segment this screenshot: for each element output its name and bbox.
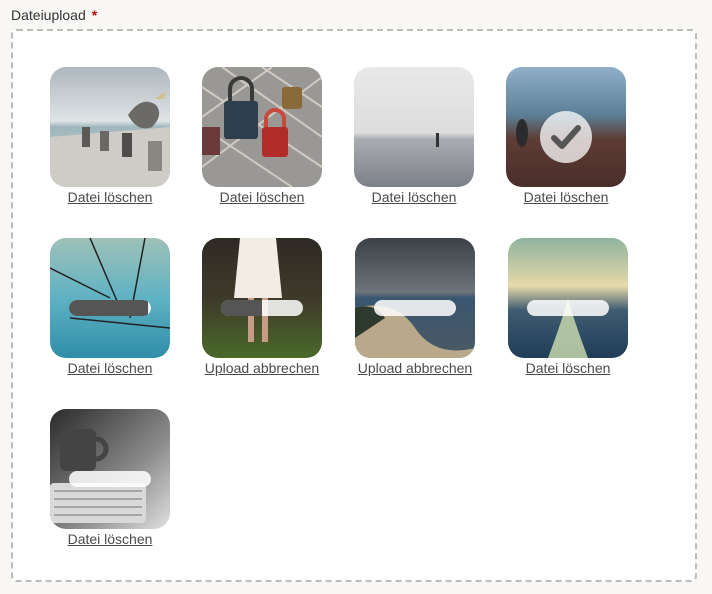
upload-progress-bar <box>374 300 456 316</box>
file-tile: Datei löschen <box>492 238 644 388</box>
file-thumbnail-sea-fog <box>354 67 474 187</box>
upload-progress-fill <box>69 300 148 316</box>
upload-progress-bar <box>527 300 609 316</box>
file-thumbnail-ocean-sky <box>508 238 628 358</box>
delete-file-link[interactable]: Datei löschen <box>220 189 305 205</box>
cancel-upload-link[interactable]: Upload abbrechen <box>205 360 319 376</box>
file-tile: Datei löschen <box>490 67 642 217</box>
upload-progress-bar <box>69 471 151 487</box>
cancel-upload-link[interactable]: Upload abbrechen <box>358 360 472 376</box>
upload-dropzone[interactable]: Datei löschen Datei löschen Datei lösche… <box>11 29 697 582</box>
file-thumbnail-coffee-keyboard <box>50 409 170 529</box>
checkmark-icon <box>551 125 581 149</box>
file-thumbnail-beach-storm <box>355 238 475 358</box>
file-tile: Datei löschen <box>186 67 338 217</box>
delete-file-link[interactable]: Datei löschen <box>68 360 153 376</box>
delete-file-link[interactable]: Datei löschen <box>372 189 457 205</box>
file-thumbnail-power-lines <box>50 238 170 358</box>
file-thumbnail-field-figure <box>506 67 626 187</box>
delete-file-link[interactable]: Datei löschen <box>68 531 153 547</box>
field-label: Dateiupload * <box>11 7 97 23</box>
file-tile: Datei löschen <box>34 409 186 559</box>
required-marker: * <box>91 7 98 23</box>
upload-progress-bar <box>221 300 303 316</box>
upload-complete-badge <box>540 111 592 163</box>
file-tile: Upload abbrechen <box>186 238 338 388</box>
file-thumbnail-pelican <box>50 67 170 187</box>
file-tile: Datei löschen <box>34 67 186 217</box>
file-tile: Upload abbrechen <box>339 238 491 388</box>
field-label-text: Dateiupload <box>11 7 86 23</box>
upload-progress-bar <box>69 300 151 316</box>
upload-progress-fill <box>221 300 262 316</box>
file-tile: Datei löschen <box>338 67 490 217</box>
file-thumbnail-padlocks <box>202 67 322 187</box>
delete-file-link[interactable]: Datei löschen <box>524 189 609 205</box>
delete-file-link[interactable]: Datei löschen <box>526 360 611 376</box>
delete-file-link[interactable]: Datei löschen <box>68 189 153 205</box>
file-tile: Datei löschen <box>34 238 186 388</box>
file-thumbnail-girl-dress <box>202 238 322 358</box>
